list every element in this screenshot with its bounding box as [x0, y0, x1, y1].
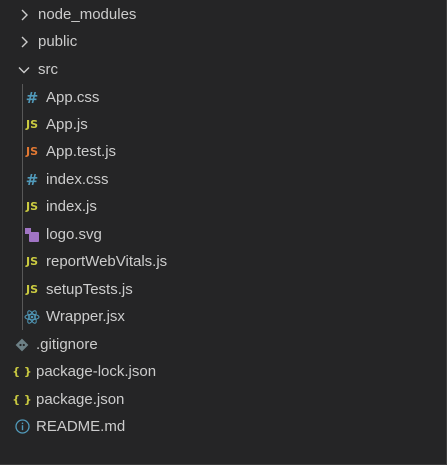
css-file-icon: # — [25, 170, 39, 189]
folder-label: node_modules — [38, 6, 137, 23]
file-explorer: node_modules public src # App.css JS App… — [0, 0, 447, 465]
js-file-icon: JS — [25, 118, 38, 131]
file-readme-md[interactable]: README.md — [0, 413, 445, 440]
file-label: index.js — [46, 198, 97, 215]
js-file-icon: JS — [25, 255, 38, 268]
file-label: App.css — [46, 89, 100, 106]
file-package-json[interactable]: { } package.json — [0, 386, 445, 413]
file-app-test-js[interactable]: JS App.test.js — [0, 138, 445, 165]
css-file-icon: # — [25, 88, 39, 107]
file-label: App.js — [46, 116, 88, 133]
file-label: logo.svg — [46, 226, 102, 243]
folder-src[interactable]: src — [0, 56, 445, 83]
file-report-web-vitals-js[interactable]: JS reportWebVitals.js — [0, 248, 445, 275]
file-label: README.md — [36, 418, 126, 435]
file-index-js[interactable]: JS index.js — [0, 193, 445, 220]
file-logo-svg[interactable]: logo.svg — [0, 221, 445, 248]
file-app-js[interactable]: JS App.js — [0, 111, 445, 138]
file-label: .gitignore — [36, 336, 98, 353]
file-label: package-lock.json — [36, 363, 157, 380]
file-package-lock-json[interactable]: { } package-lock.json — [0, 358, 445, 385]
git-file-icon — [14, 337, 30, 353]
file-label: Wrapper.jsx — [46, 308, 125, 325]
file-label: index.css — [46, 171, 109, 188]
file-setup-tests-js[interactable]: JS setupTests.js — [0, 276, 445, 303]
file-label: reportWebVitals.js — [46, 253, 168, 270]
file-app-css[interactable]: # App.css — [0, 84, 445, 111]
file-gitignore[interactable]: .gitignore — [0, 331, 445, 358]
js-file-icon: JS — [25, 283, 38, 296]
folder-label: public — [38, 33, 78, 50]
chevron-right-icon — [16, 34, 32, 50]
chevron-right-icon — [16, 7, 32, 23]
folder-public[interactable]: public — [0, 28, 445, 55]
js-test-file-icon: JS — [25, 145, 38, 158]
react-file-icon — [24, 309, 40, 325]
folder-label: src — [38, 61, 58, 78]
info-file-icon — [14, 419, 30, 435]
file-wrapper-jsx[interactable]: Wrapper.jsx — [0, 303, 445, 330]
file-label: package.json — [36, 391, 125, 408]
json-file-icon: { } — [12, 365, 32, 378]
file-index-css[interactable]: # index.css — [0, 166, 445, 193]
folder-node-modules[interactable]: node_modules — [0, 1, 445, 28]
chevron-down-icon — [16, 62, 32, 78]
file-label: setupTests.js — [46, 281, 133, 298]
svg-file-icon — [24, 227, 40, 243]
json-file-icon: { } — [12, 393, 32, 406]
file-label: App.test.js — [46, 143, 117, 160]
js-file-icon: JS — [25, 200, 38, 213]
